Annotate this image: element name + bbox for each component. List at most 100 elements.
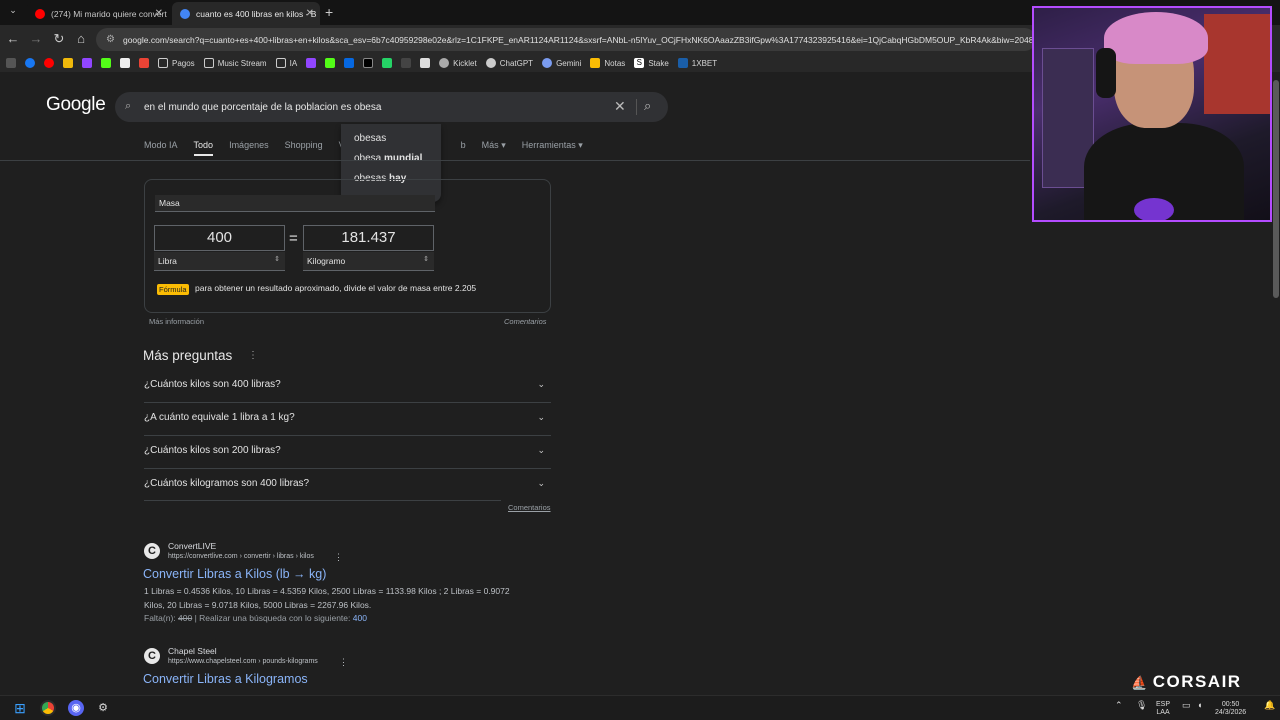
more-options-icon[interactable]: ⋮ <box>248 350 258 361</box>
unit-converter-card: Masa 400 = 181.437 Libra ⇕ Kilogramo ⇕ F… <box>144 179 551 313</box>
tab-search-button[interactable]: ⌄ <box>5 5 21 19</box>
result-url[interactable]: https://convertlive.com › convertir › li… <box>168 553 314 560</box>
from-unit-select[interactable]: Libra ⇕ <box>154 252 285 271</box>
paa-question[interactable]: ¿A cuánto equivale 1 libra a 1 kg? ⌄ <box>144 403 551 436</box>
tabs-divider <box>0 160 1030 161</box>
site-info-icon[interactable]: ⚙ <box>106 34 115 45</box>
home-icon[interactable]: ⌂ <box>73 31 89 46</box>
to-unit-select[interactable]: Kilogramo ⇕ <box>303 252 434 271</box>
tab-herramientas[interactable]: Herramientas ▾ <box>522 140 583 156</box>
bookmark-kicklet[interactable]: Kicklet <box>439 58 477 68</box>
kick-icon[interactable] <box>101 58 111 68</box>
feedback-link[interactable]: Comentarios <box>504 317 547 326</box>
scrollbar-thumb[interactable] <box>1273 80 1279 298</box>
bookmark-stake[interactable]: S Stake <box>634 58 669 68</box>
bookmark-pagos[interactable]: Pagos <box>158 58 195 68</box>
page-scrollbar[interactable] <box>1272 72 1280 695</box>
twitch-icon[interactable] <box>306 58 317 68</box>
tab-mas[interactable]: Más ▾ <box>482 140 506 156</box>
bookmark-chatgpt[interactable]: ChatGPT <box>485 58 533 68</box>
from-value-input[interactable]: 400 <box>154 225 285 251</box>
meta-icon[interactable] <box>344 58 355 68</box>
bookmark-notas[interactable]: Notas <box>590 58 625 68</box>
volume-icon[interactable]: ◖ <box>1197 701 1202 710</box>
chevron-down-icon: ⌄ <box>537 379 545 389</box>
kick-icon[interactable] <box>325 58 336 68</box>
settings-gear-icon[interactable]: ⚙ <box>95 700 111 716</box>
windows-start-icon[interactable]: ⊞ <box>12 700 28 716</box>
chevron-down-icon: ⌄ <box>537 478 545 488</box>
tab-imagenes[interactable]: Imágenes <box>229 140 269 156</box>
tab-web[interactable]: b <box>461 140 466 156</box>
suggestion-item[interactable]: obesas <box>341 129 441 149</box>
bookmark-music-stream[interactable]: Music Stream <box>203 58 267 68</box>
youtube-icon[interactable] <box>44 58 54 68</box>
chrome-icon[interactable] <box>40 700 56 716</box>
result-title-link[interactable]: Convertir Libras a Kilos (lb → kg) <box>143 567 326 581</box>
tab-modo-ia[interactable]: Modo IA <box>144 140 178 156</box>
unit-category-select[interactable]: Masa <box>155 195 435 212</box>
formula-text: para obtener un resultado aproximado, di… <box>195 283 477 293</box>
tab-shopping[interactable]: Shopping <box>285 140 323 156</box>
paa-question[interactable]: ¿Cuántos kilogramos son 400 libras? ⌄ <box>144 469 551 502</box>
binance-icon[interactable] <box>63 58 73 68</box>
search-input[interactable] <box>144 92 604 122</box>
reload-icon[interactable]: ↻ <box>51 31 67 47</box>
more-options-icon[interactable]: ⋮ <box>334 552 343 563</box>
new-tab-button[interactable]: + <box>325 4 333 20</box>
tab-todo[interactable]: Todo <box>193 140 214 156</box>
result-title-link[interactable]: Convertir Libras a Kilogramos <box>143 672 308 686</box>
url-text: google.com/search?q=cuanto+es+400+libras… <box>122 34 1034 45</box>
browser-tab-google[interactable]: cuanto es 400 libras en kilos - B ✕ <box>172 2 320 25</box>
google-logo[interactable]: Google <box>46 94 106 116</box>
suggestion-item[interactable]: obesa mundial <box>341 149 441 169</box>
notion-icon[interactable] <box>120 58 130 68</box>
paa-question[interactable]: ¿Cuántos kilos son 400 libras? ⌄ <box>144 370 551 403</box>
gmail-icon[interactable] <box>139 58 149 68</box>
search-with-term-link[interactable]: 400 <box>353 613 367 623</box>
clock[interactable]: 00:50 24/3/2026 <box>1215 701 1246 717</box>
search-icon: ⌕ <box>125 100 132 112</box>
discord-icon[interactable]: ◉ <box>68 700 84 716</box>
facebook-icon[interactable] <box>25 58 35 68</box>
forward-arrow-icon[interactable]: → <box>28 31 44 46</box>
language-indicator[interactable]: ESP LAA <box>1156 701 1170 717</box>
network-icon[interactable]: ▭ <box>1182 701 1191 710</box>
bookmark-1xbet[interactable]: 1XBET <box>677 58 717 68</box>
to-value-input[interactable]: 181.437 <box>303 225 434 251</box>
notes-icon <box>590 58 601 68</box>
shortcut-icon[interactable] <box>420 58 431 68</box>
back-arrow-icon[interactable]: ← <box>5 31 21 46</box>
background-poster <box>1204 14 1270 114</box>
formula-badge: Fórmula <box>157 284 189 295</box>
folder-icon <box>203 58 214 68</box>
equals-sign: = <box>289 230 298 247</box>
notification-bell-icon[interactable]: 🔔 <box>1264 701 1275 710</box>
paa-question[interactable]: ¿Cuántos kilos son 200 libras? ⌄ <box>144 436 551 469</box>
chapelsteel-favicon-icon: C <box>144 648 160 664</box>
bookmark-gemini[interactable]: Gemini <box>542 58 581 68</box>
result-url[interactable]: https://www.chapelsteel.com › pounds-kil… <box>168 658 318 665</box>
shortcut-icon[interactable] <box>401 58 412 68</box>
microphone-icon[interactable]: 🎙 <box>1136 701 1147 710</box>
tray-chevron-up-icon[interactable]: ⌃ <box>1115 701 1123 710</box>
more-options-icon[interactable]: ⋮ <box>339 657 348 668</box>
clear-search-icon[interactable]: ✕ <box>614 98 626 115</box>
missing-terms: Falta(n): 400 | Realizar una búsqueda co… <box>144 613 367 623</box>
address-bar[interactable]: ⚙ google.com/search?q=cuanto+es+400+libr… <box>96 28 1036 51</box>
feedback-link[interactable]: Comentarios <box>508 503 551 512</box>
close-tab-icon[interactable]: ✕ <box>155 8 163 19</box>
updown-arrow-icon: ⇕ <box>274 256 280 263</box>
tiktok-icon[interactable] <box>363 58 374 68</box>
more-info-link[interactable]: Más información <box>149 317 204 326</box>
browser-tab-youtube[interactable]: (274) Mi marido quiere convert ✕ <box>27 2 169 25</box>
whatsapp-icon[interactable] <box>382 58 393 68</box>
search-divider <box>636 99 637 115</box>
search-box[interactable]: ⌕ ✕ ⌕ <box>115 92 668 122</box>
twitch-icon[interactable] <box>82 58 92 68</box>
search-submit-icon[interactable]: ⌕ <box>644 98 651 114</box>
result-site-name: Chapel Steel <box>168 646 217 656</box>
bookmark-ia[interactable]: IA <box>275 58 297 68</box>
close-tab-icon[interactable]: ✕ <box>306 8 314 19</box>
apps-icon[interactable] <box>6 58 16 68</box>
